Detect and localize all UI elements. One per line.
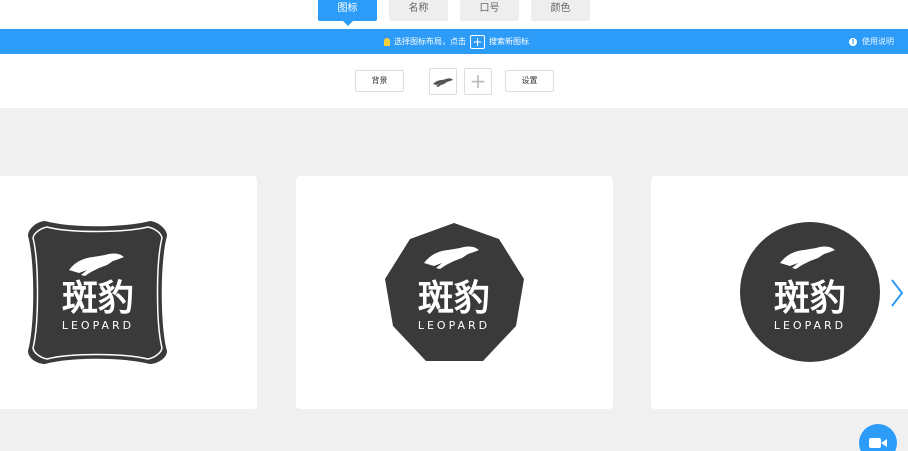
- tab-icon[interactable]: 图标: [318, 0, 377, 26]
- background-button[interactable]: 背景: [355, 70, 404, 92]
- logo-nonagon: 斑豹 LEOPARD: [385, 223, 524, 361]
- add-icon-button[interactable]: +: [464, 68, 492, 95]
- toolbar: 背景 + 设置: [0, 54, 908, 108]
- logo-en-text: LEOPARD: [774, 319, 846, 332]
- logo-en-text: LEOPARD: [418, 319, 490, 332]
- logo-cn-text: 斑豹: [62, 278, 134, 319]
- hint-plus-icon: +: [470, 34, 485, 49]
- tab-name[interactable]: 名称: [389, 0, 448, 21]
- logo-card-2[interactable]: 斑豹 LEOPARD: [296, 176, 613, 409]
- logo-en-text: LEOPARD: [62, 319, 134, 332]
- tab-bar: 图标 名称 口号 颜色: [0, 0, 908, 29]
- logo-circle: 斑豹 LEOPARD: [740, 222, 880, 362]
- hint-text-before: 选择图标布局，点击: [394, 37, 466, 46]
- chevron-right-icon[interactable]: [889, 278, 905, 308]
- hint-text-after: 搜索新图标: [489, 37, 529, 46]
- video-camera-icon: [869, 438, 887, 448]
- info-icon: !: [849, 37, 857, 46]
- selected-icon-thumbnail[interactable]: [429, 68, 457, 95]
- layout-hint: 选择图标布局，点击 + 搜索新图标: [384, 29, 529, 54]
- settings-button[interactable]: 设置: [505, 70, 554, 92]
- logo-card-3[interactable]: 斑豹 LEOPARD: [651, 176, 908, 409]
- help-label: 使用说明: [862, 37, 894, 46]
- help-link[interactable]: ! 使用说明: [849, 29, 894, 54]
- logo-cn-text: 斑豹: [418, 278, 490, 319]
- video-chat-button[interactable]: [859, 424, 897, 451]
- logo-card-1[interactable]: 斑豹 LEOPARD: [0, 176, 257, 409]
- info-bar: 选择图标布局，点击 + 搜索新图标 ! 使用说明: [0, 29, 908, 54]
- logo-cn-text: 斑豹: [774, 278, 846, 319]
- tab-slogan[interactable]: 口号: [460, 0, 519, 21]
- leopard-icon: [433, 77, 453, 87]
- bulb-icon: [384, 37, 390, 46]
- logo-bracket-square: 斑豹 LEOPARD: [28, 221, 167, 364]
- tab-color[interactable]: 颜色: [531, 0, 590, 21]
